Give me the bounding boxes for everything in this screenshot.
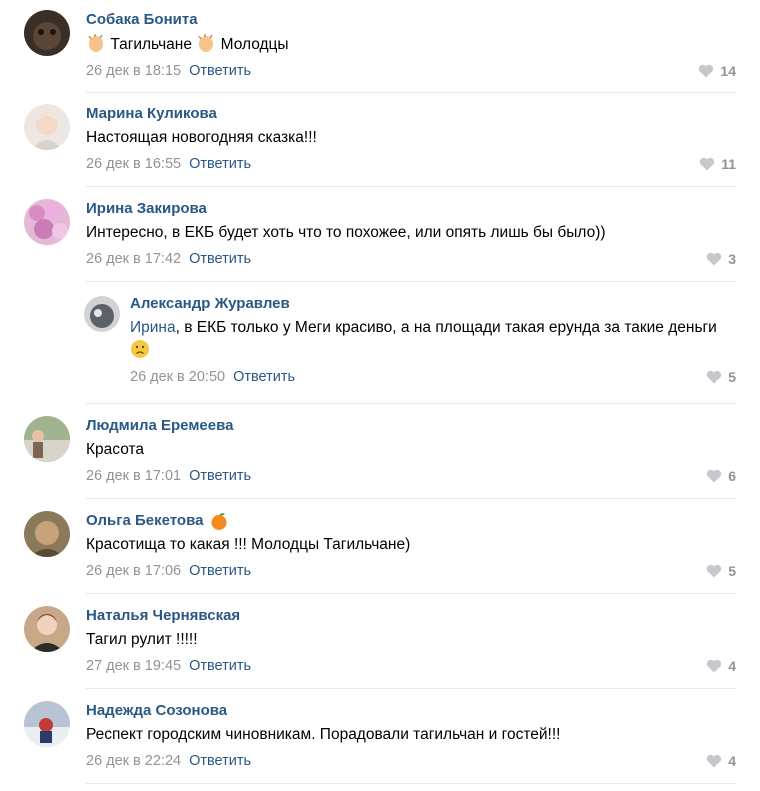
avatar[interactable] <box>24 199 70 245</box>
comment-date[interactable]: 26 дек в 20:50 <box>130 369 225 385</box>
clapping-hands-icon <box>196 33 216 53</box>
divider <box>86 688 736 689</box>
mention-link[interactable]: Ирина <box>130 319 176 336</box>
reply-button[interactable]: Ответить <box>189 156 251 172</box>
like-button[interactable]: 14 <box>698 61 736 81</box>
divider <box>86 186 736 187</box>
avatar[interactable] <box>24 511 70 557</box>
avatar[interactable] <box>24 416 70 462</box>
like-count: 5 <box>728 369 736 385</box>
like-button[interactable]: 11 <box>699 154 736 174</box>
comment-text: Красотища то какая !!! Молодцы Тагильчан… <box>86 536 411 553</box>
reply-button[interactable]: Ответить <box>189 251 251 267</box>
author-name[interactable]: Надежда Созонова <box>86 701 227 721</box>
heart-icon <box>707 754 722 768</box>
sad-face-icon <box>130 339 150 359</box>
divider <box>86 281 736 282</box>
heart-icon <box>699 64 714 78</box>
reply-button[interactable]: Ответить <box>189 63 251 79</box>
author-name[interactable]: Александр Журавлев <box>130 294 290 314</box>
comment-text: Тагил рулит !!!!! <box>86 631 198 648</box>
like-count: 3 <box>728 251 736 267</box>
author-name[interactable]: Людмила Еремеева <box>86 416 233 436</box>
comment-text: Настоящая новогодняя сказка!!! <box>86 129 317 146</box>
comment-text: Красота <box>86 441 145 458</box>
heart-icon <box>707 469 722 483</box>
like-count: 4 <box>728 658 736 674</box>
comment-text: Респект городским чиновникам. Порадовали… <box>86 726 561 743</box>
divider <box>86 498 736 499</box>
reply-button[interactable]: Ответить <box>233 369 295 385</box>
like-count: 6 <box>728 468 736 484</box>
comment-date[interactable]: 26 дек в 22:24 <box>86 753 181 769</box>
comment-text-part: Молодцы <box>220 36 289 53</box>
comment-text-part: Тагильчане <box>110 36 192 53</box>
author-name[interactable]: Наталья Чернявская <box>86 606 240 626</box>
comment-text: Ирина, в ЕКБ только у Меги красиво, а на… <box>130 317 736 362</box>
like-button[interactable]: 4 <box>706 656 736 676</box>
author-name[interactable]: Собака Бонита <box>86 10 198 30</box>
comment-date[interactable]: 26 дек в 17:06 <box>86 563 181 579</box>
like-button[interactable]: 4 <box>706 751 736 771</box>
comments-list: Собака Бонита Тагильчане Молодцы 26 дек … <box>0 0 760 791</box>
avatar[interactable] <box>24 606 70 652</box>
avatar[interactable] <box>24 10 70 56</box>
reply-button[interactable]: Ответить <box>189 468 251 484</box>
like-count: 5 <box>728 563 736 579</box>
avatar[interactable] <box>24 104 70 150</box>
divider <box>86 593 736 594</box>
comment-text: Тагильчане Молодцы <box>86 33 736 56</box>
divider <box>86 403 736 404</box>
heart-icon <box>707 659 722 673</box>
like-count: 14 <box>720 63 736 79</box>
author-name-text: Ольга Бекетова <box>86 512 204 529</box>
divider <box>86 92 736 93</box>
heart-icon <box>707 252 722 266</box>
like-button[interactable]: 5 <box>706 367 736 387</box>
reply-button[interactable]: Ответить <box>189 753 251 769</box>
reply-button[interactable]: Ответить <box>189 658 251 674</box>
avatar[interactable] <box>84 296 120 332</box>
comment-date[interactable]: 26 дек в 16:55 <box>86 156 181 172</box>
divider <box>86 783 736 784</box>
comment-date[interactable]: 27 дек в 19:45 <box>86 658 181 674</box>
author-name[interactable]: Ирина Закирова <box>86 199 207 219</box>
heart-icon <box>707 370 722 384</box>
like-button[interactable]: 5 <box>706 561 736 581</box>
author-name[interactable]: Марина Куликова <box>86 104 217 124</box>
clapping-hands-icon <box>86 33 106 53</box>
heart-icon <box>699 157 715 171</box>
tangerine-icon <box>209 511 229 531</box>
heart-icon <box>707 564 722 578</box>
comment-date[interactable]: 26 дек в 18:15 <box>86 63 181 79</box>
reply-button[interactable]: Ответить <box>189 563 251 579</box>
comment-text: Интересно, в ЕКБ будет хоть что то похож… <box>86 224 606 241</box>
like-button[interactable]: 6 <box>706 466 736 486</box>
avatar[interactable] <box>24 701 70 747</box>
author-name[interactable]: Ольга Бекетова <box>86 511 229 531</box>
like-button[interactable]: 3 <box>706 249 736 269</box>
comment-text-part: , в ЕКБ только у Меги красиво, а на площ… <box>175 319 717 336</box>
comment-date[interactable]: 26 дек в 17:01 <box>86 468 181 484</box>
like-count: 11 <box>721 156 736 172</box>
comment-date[interactable]: 26 дек в 17:42 <box>86 251 181 267</box>
like-count: 4 <box>728 753 736 769</box>
